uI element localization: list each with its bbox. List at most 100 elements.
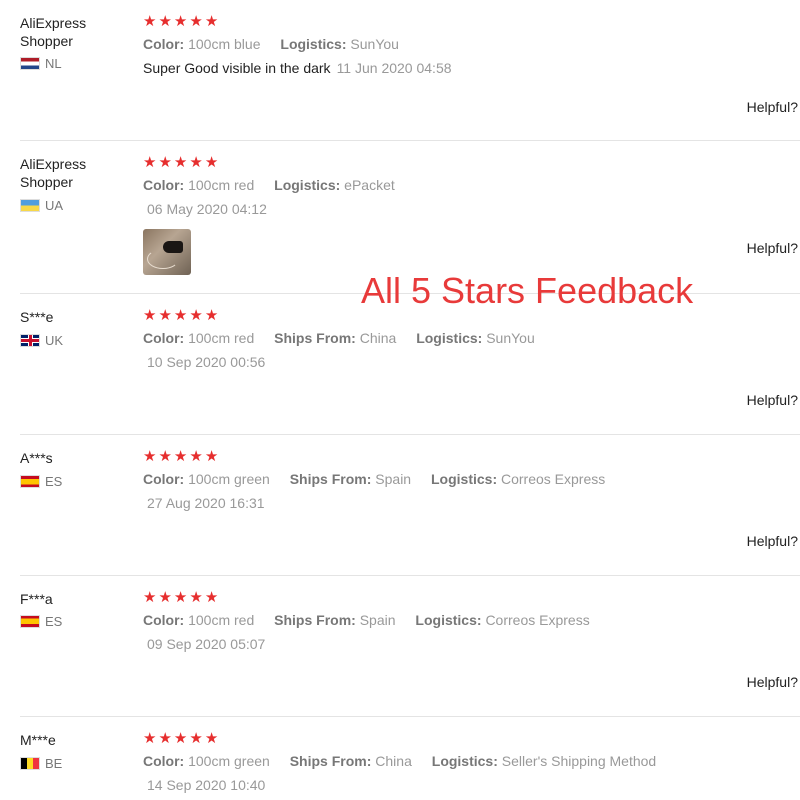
attr-value: 100cm red [188, 612, 255, 628]
star-icon: ★ [173, 448, 190, 465]
star-icon: ★ [173, 589, 190, 606]
reviewer-country: BE [20, 756, 130, 771]
attr-value: China [375, 753, 412, 769]
attr-value: 100cm red [188, 330, 255, 346]
review-attributes: Color: 100cm green Ships From: China Log… [143, 753, 672, 769]
review-text: Super Good visible in the dark [143, 60, 331, 76]
star-icon: ★ [189, 154, 205, 171]
star-icon: ★ [204, 589, 221, 606]
attr-key: Color: [143, 177, 185, 193]
star-icon: ★ [173, 307, 190, 324]
reviewer-name: M***e [20, 732, 56, 748]
review-item: S***e UK ★★★★★ Color: 100cm red Ships Fr… [0, 294, 800, 435]
review-date: 10 Sep 2020 00:56 [147, 354, 266, 370]
reviewer-country: ES [20, 474, 130, 489]
star-icon: ★ [189, 307, 205, 324]
star-icon: ★ [204, 307, 221, 324]
reviewer-name: S***e [20, 309, 54, 325]
flag-ua-icon [20, 199, 40, 212]
attr-value: ePacket [344, 177, 395, 193]
reviewer-name: A***s [20, 450, 53, 466]
star-icon: ★ [143, 730, 159, 747]
star-icon: ★ [173, 154, 190, 171]
star-rating: ★★★★★ [143, 308, 220, 324]
helpful-button[interactable]: Helpful? [747, 392, 798, 408]
attr-value: 100cm red [188, 177, 255, 193]
attr-key: Ships From: [274, 330, 356, 346]
reviewer-name: AliExpress Shopper [20, 156, 87, 190]
reviewer-country: UA [20, 198, 130, 213]
attr-value: 100cm green [188, 471, 270, 487]
attr-value: Spain [375, 471, 412, 487]
reviewer-name: AliExpress Shopper [20, 15, 87, 49]
attr-key: Color: [143, 612, 185, 628]
country-code: NL [45, 56, 62, 71]
attr-key: Color: [143, 753, 185, 769]
star-icon: ★ [143, 307, 159, 324]
attr-key: Logistics: [430, 471, 498, 487]
helpful-button[interactable]: Helpful? [747, 674, 798, 690]
attr-key: Logistics: [431, 753, 498, 769]
attr-value: Correos Express [485, 612, 590, 628]
review-date: 06 May 2020 04:12 [147, 201, 267, 217]
star-icon: ★ [158, 448, 174, 465]
helpful-button[interactable]: Helpful? [747, 99, 798, 115]
attr-key: Ships From: [289, 753, 372, 769]
review-item: M***e BE ★★★★★ Color: 100cm green Ships … [0, 717, 800, 800]
star-icon: ★ [158, 730, 174, 747]
review-date: 09 Sep 2020 05:07 [147, 636, 266, 652]
star-icon: ★ [204, 13, 221, 30]
reviewer-name: F***a [20, 591, 53, 607]
star-icon: ★ [158, 13, 174, 30]
helpful-button[interactable]: Helpful? [747, 533, 798, 549]
review-body: Super Good visible in the dark 11 Jun 202… [143, 60, 452, 76]
attr-key: Color: [143, 330, 185, 346]
star-icon: ★ [189, 730, 205, 747]
review-date: 14 Sep 2020 10:40 [147, 777, 266, 793]
helpful-button[interactable]: Helpful? [747, 240, 798, 256]
reviewer-country: NL [20, 56, 130, 71]
review-attributes: Color: 100cm red Ships From: Spain Logis… [143, 612, 606, 628]
reviewer-country: UK [20, 333, 130, 348]
star-icon: ★ [173, 13, 190, 30]
attr-value: China [359, 330, 397, 346]
attr-key: Logistics: [280, 36, 347, 52]
star-icon: ★ [189, 589, 205, 606]
review-attributes: Color: 100cm blue Logistics: SunYou [143, 36, 415, 52]
country-code: UK [45, 333, 64, 348]
flag-es-icon [20, 475, 40, 488]
attr-key: Logistics: [415, 612, 482, 628]
review-date: 11 Jun 2020 04:58 [336, 60, 452, 76]
star-rating: ★★★★★ [143, 14, 220, 30]
country-code: ES [45, 614, 63, 629]
flag-uk-icon [20, 334, 40, 347]
reviewer-country: ES [20, 614, 130, 629]
review-item: F***a ES ★★★★★ Color: 100cm red Ships Fr… [0, 576, 800, 717]
review-attributes: Color: 100cm red Logistics: ePacket [143, 177, 411, 193]
country-code: ES [45, 474, 63, 489]
star-rating: ★★★★★ [143, 731, 220, 747]
star-rating: ★★★★★ [143, 449, 220, 465]
review-photo-thumbnail[interactable] [143, 229, 191, 275]
attr-key: Ships From: [274, 612, 356, 628]
flag-nl-icon [20, 57, 40, 70]
attr-key: Logistics: [416, 330, 483, 346]
star-icon: ★ [143, 13, 159, 30]
star-icon: ★ [204, 448, 221, 465]
star-icon: ★ [189, 448, 205, 465]
country-code: UA [45, 198, 64, 213]
attr-value: 100cm green [188, 753, 270, 769]
overlay-caption: All 5 Stars Feedback [361, 270, 694, 311]
star-icon: ★ [189, 13, 205, 30]
star-rating: ★★★★★ [143, 155, 220, 171]
star-icon: ★ [204, 154, 221, 171]
star-icon: ★ [143, 589, 159, 606]
star-icon: ★ [173, 730, 190, 747]
flag-es-icon [20, 615, 40, 628]
attr-value: Seller's Shipping Method [501, 753, 657, 769]
country-code: BE [45, 756, 63, 771]
star-icon: ★ [204, 730, 221, 747]
star-icon: ★ [158, 307, 174, 324]
star-icon: ★ [158, 154, 174, 171]
review-attributes: Color: 100cm green Ships From: Spain Log… [143, 471, 621, 487]
